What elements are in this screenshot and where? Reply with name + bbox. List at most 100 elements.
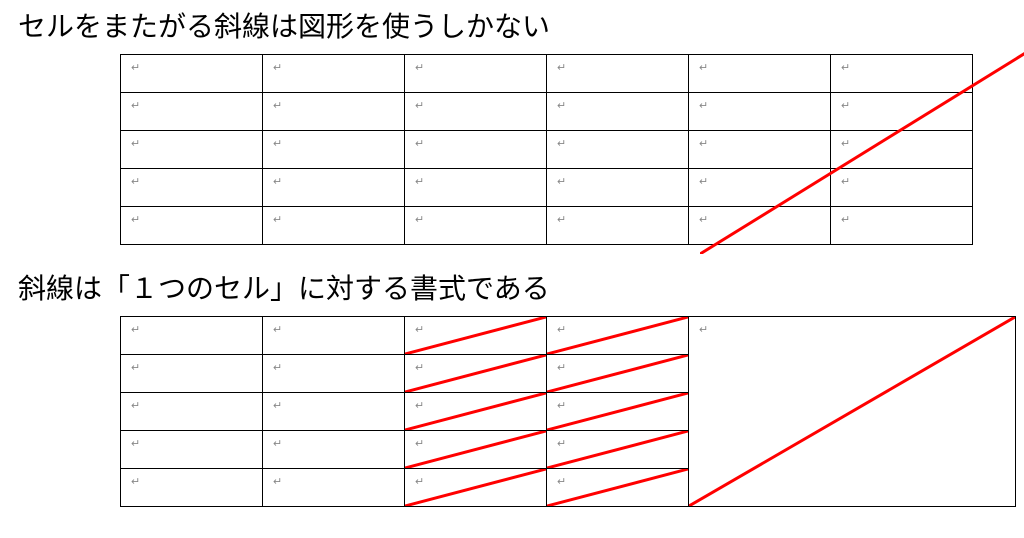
cell: ↵ [689,55,831,93]
paragraph-mark-icon: ↵ [273,400,282,412]
cell: ↵ [263,469,405,507]
cell-diagonal-icon [547,317,688,354]
cell: ↵ [547,55,689,93]
cell: ↵ [121,93,263,131]
cell-diagonal-icon [547,393,688,430]
cell: ↵ [263,169,405,207]
table-row: ↵ ↵ ↵ ↵ ↵ [121,317,1016,355]
paragraph-mark-icon: ↵ [273,62,282,74]
paragraph-mark-icon: ↵ [557,138,566,150]
table-row: ↵ ↵ ↵ ↵ ↵ ↵ [121,207,973,245]
paragraph-mark-icon: ↵ [699,138,708,150]
cell: ↵ [263,207,405,245]
cell-diagonal-icon [547,355,688,392]
paragraph-mark-icon: ↵ [557,100,566,112]
paragraph-mark-icon: ↵ [557,438,566,450]
cell: ↵ [263,393,405,431]
paragraph-mark-icon: ↵ [273,362,282,374]
cell-diag: ↵ [547,355,689,393]
table-row: ↵ ↵ ↵ ↵ ↵ ↵ [121,93,973,131]
table-row: ↵ ↵ ↵ ↵ ↵ ↵ [121,169,973,207]
cell-diagonal-icon [547,431,688,468]
paragraph-mark-icon: ↵ [415,62,424,74]
cell-diag: ↵ [405,393,547,431]
cell: ↵ [121,469,263,507]
paragraph-mark-icon: ↵ [415,176,424,188]
paragraph-mark-icon: ↵ [557,362,566,374]
cell: ↵ [831,169,973,207]
cell: ↵ [263,131,405,169]
cell-diagonal-icon [405,393,546,430]
cell: ↵ [263,317,405,355]
cell-diag: ↵ [405,431,547,469]
paragraph-mark-icon: ↵ [273,176,282,188]
cell: ↵ [689,207,831,245]
paragraph-mark-icon: ↵ [415,214,424,226]
cell-diagonal-icon [689,317,1015,506]
cell: ↵ [831,131,973,169]
cell-diag: ↵ [405,317,547,355]
paragraph-mark-icon: ↵ [131,62,140,74]
paragraph-mark-icon: ↵ [699,176,708,188]
cell: ↵ [121,55,263,93]
cell-diagonal-icon [405,469,546,506]
table-1-wrap: ↵ ↵ ↵ ↵ ↵ ↵ ↵ ↵ ↵ ↵ ↵ ↵ ↵ ↵ ↵ ↵ ↵ ↵ ↵ ↵ … [120,54,973,245]
paragraph-mark-icon: ↵ [415,138,424,150]
cell: ↵ [405,207,547,245]
cell: ↵ [263,93,405,131]
paragraph-mark-icon: ↵ [841,214,850,226]
cell-diagonal-icon [405,431,546,468]
paragraph-mark-icon: ↵ [415,400,424,412]
paragraph-mark-icon: ↵ [841,176,850,188]
cell-diagonal-icon [547,469,688,506]
cell: ↵ [121,131,263,169]
cell-diagonal-icon [405,317,546,354]
paragraph-mark-icon: ↵ [131,176,140,188]
table-2: ↵ ↵ ↵ ↵ ↵ ↵ ↵ ↵ ↵ ↵ ↵ ↵ [120,316,1016,507]
cell: ↵ [547,207,689,245]
paragraph-mark-icon: ↵ [415,324,424,336]
merged-cell-diag: ↵ [689,317,1016,507]
paragraph-mark-icon: ↵ [273,100,282,112]
heading-2: 斜線は「１つのセル」に対する書式である [0,272,550,306]
cell: ↵ [263,55,405,93]
paragraph-mark-icon: ↵ [557,214,566,226]
paragraph-mark-icon: ↵ [131,100,140,112]
paragraph-mark-icon: ↵ [273,138,282,150]
paragraph-mark-icon: ↵ [415,476,424,488]
cell: ↵ [405,55,547,93]
cell: ↵ [547,169,689,207]
cell: ↵ [689,131,831,169]
paragraph-mark-icon: ↵ [415,100,424,112]
table-row: ↵ ↵ ↵ ↵ ↵ ↵ [121,131,973,169]
cell: ↵ [831,55,973,93]
paragraph-mark-icon: ↵ [131,362,140,374]
paragraph-mark-icon: ↵ [557,400,566,412]
paragraph-mark-icon: ↵ [557,324,566,336]
cell: ↵ [121,431,263,469]
cell: ↵ [831,207,973,245]
paragraph-mark-icon: ↵ [131,400,140,412]
heading-1: セルをまたがる斜線は図形を使うしかない [0,10,550,44]
cell: ↵ [689,169,831,207]
paragraph-mark-icon: ↵ [841,138,850,150]
cell: ↵ [263,431,405,469]
cell-diag: ↵ [405,355,547,393]
table-1: ↵ ↵ ↵ ↵ ↵ ↵ ↵ ↵ ↵ ↵ ↵ ↵ ↵ ↵ ↵ ↵ ↵ ↵ ↵ ↵ … [120,54,973,245]
table-row: ↵ ↵ ↵ ↵ ↵ ↵ [121,55,973,93]
cell: ↵ [121,393,263,431]
paragraph-mark-icon: ↵ [273,214,282,226]
cell: ↵ [689,93,831,131]
paragraph-mark-icon: ↵ [841,62,850,74]
paragraph-mark-icon: ↵ [415,362,424,374]
paragraph-mark-icon: ↵ [841,100,850,112]
paragraph-mark-icon: ↵ [131,138,140,150]
paragraph-mark-icon: ↵ [699,214,708,226]
paragraph-mark-icon: ↵ [557,62,566,74]
paragraph-mark-icon: ↵ [699,100,708,112]
paragraph-mark-icon: ↵ [699,324,708,336]
cell-diag: ↵ [547,393,689,431]
cell: ↵ [405,131,547,169]
paragraph-mark-icon: ↵ [415,438,424,450]
paragraph-mark-icon: ↵ [131,476,140,488]
